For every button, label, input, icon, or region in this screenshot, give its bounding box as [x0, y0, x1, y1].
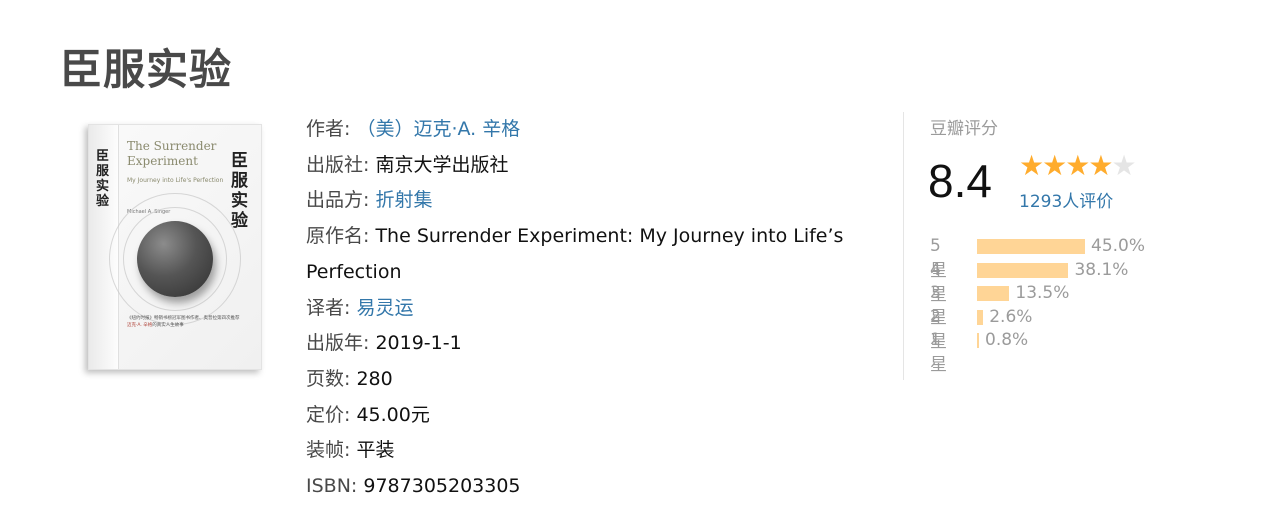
translator-label: 译者:: [306, 296, 351, 319]
cover-blurb: 《纽约时报》畅销书榜冠军图书作者、奥普拉第四次推荐 迈克·A. 辛格的真实人生故…: [127, 315, 257, 329]
rating-label: 豆瓣评分: [930, 119, 998, 139]
cover-blurb-line2: 的真实人生故事: [152, 323, 184, 328]
info-row-binding: 装帧: 平装: [306, 433, 886, 469]
cover-english-title-line2: Experiment: [127, 154, 198, 168]
info-row-price: 定价: 45.00元: [306, 398, 886, 434]
star-filled-icon: ★: [1042, 149, 1067, 182]
rating-percent: 38.1%: [1074, 259, 1129, 280]
author-link[interactable]: （美）迈克·A. 辛格: [356, 118, 520, 140]
info-row-pages: 页数: 280: [306, 362, 886, 398]
star-filled-icon: ★: [1019, 149, 1044, 182]
cover-chinese-title: 臣服实验: [231, 151, 248, 231]
star-filled-icon: ★: [1088, 149, 1113, 182]
pages-value: 280: [356, 367, 393, 390]
isbn-value: 9787305203305: [363, 475, 521, 498]
info-row-pub-year: 出版年: 2019-1-1: [306, 326, 886, 362]
pages-label: 页数:: [306, 367, 351, 390]
cover-english-title-line1: The Surrender: [127, 139, 217, 153]
book-info: 作者: （美）迈克·A. 辛格 出版社: 南京大学出版社 出品方: 折射集 原作…: [306, 112, 886, 505]
binding-label: 装帧:: [306, 439, 351, 462]
pub-year-label: 出版年:: [306, 332, 370, 355]
rating-percent: 2.6%: [989, 306, 1033, 327]
cover-english-subtitle: My Journey into Life's Perfection: [127, 177, 224, 184]
info-row-original-title: 原作名: The Surrender Experiment: My Journe…: [306, 219, 886, 290]
cover-english-title: The Surrender Experiment: [127, 139, 216, 169]
isbn-label: ISBN:: [306, 475, 358, 498]
translator-link[interactable]: 易灵运: [356, 297, 413, 319]
cover-blurb-line1: 《纽约时报》畅销书榜冠军图书作者、奥普拉第四次推荐: [127, 316, 240, 321]
rating-percent: 13.5%: [1015, 283, 1070, 303]
rating-percent: 45.0%: [1091, 236, 1146, 256]
info-row-publisher: 出版社: 南京大学出版社: [306, 148, 886, 184]
rating-star-label: 1星: [930, 330, 947, 375]
rating-bar: [977, 239, 1085, 254]
rating-bar: [977, 286, 1010, 301]
info-row-translator: 译者: 易灵运: [306, 291, 886, 327]
producer-link[interactable]: 折射集: [375, 189, 432, 211]
star-empty-icon: ★: [1111, 149, 1136, 182]
pub-year-value: 2019-1-1: [375, 332, 462, 355]
rating-count-link[interactable]: 1293人评价: [1019, 187, 1113, 212]
cover-stone-illustration: [137, 221, 213, 297]
rating-score: 8.4: [928, 155, 992, 207]
star-filled-icon: ★: [1065, 149, 1090, 182]
spine-title: 臣服实验: [96, 149, 110, 209]
book-cover-image[interactable]: 臣服实验 The Surrender Experiment My Journey…: [88, 124, 262, 370]
rating-bar: [977, 333, 979, 348]
info-row-producer: 出品方: 折射集: [306, 183, 886, 219]
price-value: 45.00元: [356, 403, 430, 426]
info-row-isbn: ISBN: 9787305203305: [306, 469, 886, 505]
info-row-author: 作者: （美）迈克·A. 辛格: [306, 112, 886, 148]
author-label: 作者:: [306, 118, 351, 140]
rating-stars: ★★★★★: [1019, 149, 1137, 182]
publisher-label: 出版社:: [306, 153, 370, 176]
price-label: 定价:: [306, 403, 351, 426]
original-title-label: 原作名:: [306, 225, 370, 248]
page-title: 臣服实验: [60, 45, 233, 94]
rating-bar: [977, 262, 1069, 278]
rating-bar: [977, 309, 984, 325]
cover-blurb-author: 迈克·A. 辛格: [127, 323, 153, 328]
section-divider: [903, 112, 904, 380]
producer-label: 出品方:: [306, 189, 370, 212]
original-title-value: The Surrender Experiment: My Journey int…: [306, 225, 844, 283]
publisher-value: 南京大学出版社: [375, 153, 509, 176]
rating-percent: 0.8%: [985, 330, 1029, 350]
binding-value: 平装: [356, 439, 395, 462]
